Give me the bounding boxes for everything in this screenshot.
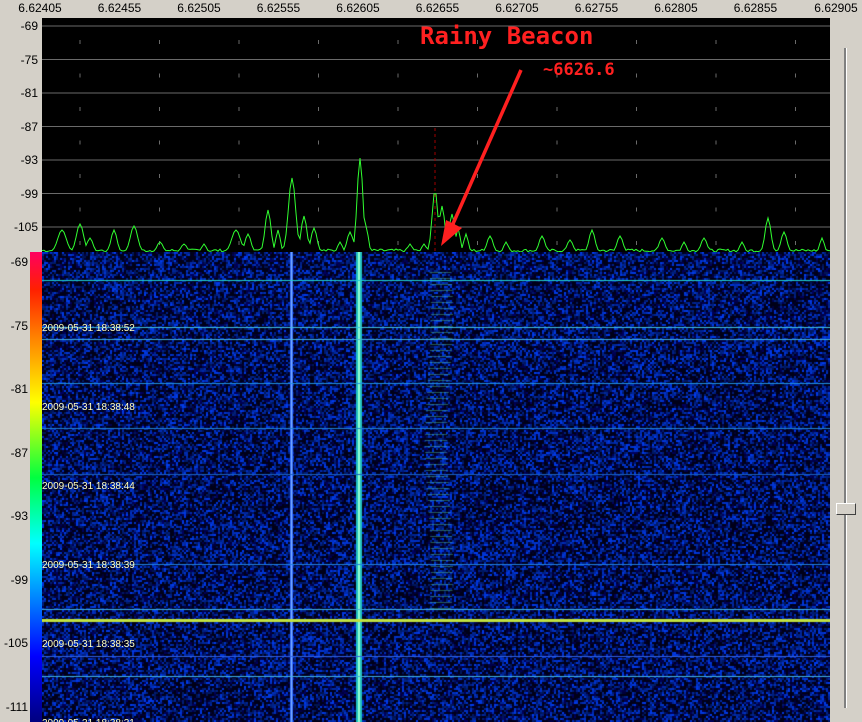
waterfall-db-label: -87: [10, 445, 28, 460]
waterfall-display[interactable]: 2009-05-31 18:38:52 2009-05-31 18:38:48 20…: [42, 252, 830, 722]
freq-tick-label: 6.62655: [415, 1, 460, 15]
freq-tick-label: 6.62905: [814, 1, 858, 15]
waterfall-db-label: -105: [3, 636, 28, 650]
freq-tick-label: 6.62555: [256, 1, 301, 15]
level-slider[interactable]: [830, 18, 862, 722]
spectrum-db-label: -93: [20, 153, 38, 167]
waterfall-db-label: -69: [10, 255, 28, 269]
waterfall-db-label: -111: [5, 699, 28, 714]
waterfall-timestamp: 2009-05-31 18:38:31: [42, 718, 135, 722]
spectrum-trace: [41, 157, 831, 253]
waterfall-timestamp: 2009-05-31 18:38:52: [42, 323, 135, 334]
waterfall-timestamp: 2009-05-31 18:38:35: [42, 639, 135, 650]
freq-tick-label: 6.62455: [97, 1, 142, 15]
freq-tick-label: 6.62805: [654, 1, 698, 15]
slider-track: [844, 48, 847, 708]
waterfall-db-label: -93: [10, 509, 28, 523]
spectrum-plot[interactable]: [41, 18, 831, 253]
annotation-title: Rainy Beacon: [420, 22, 594, 50]
waterfall-db-label: -99: [10, 572, 28, 587]
annotation-frequency: ~6626.6: [543, 60, 615, 80]
waterfall-db-label: -81: [10, 382, 28, 396]
slider-thumb-icon[interactable]: [836, 503, 856, 515]
spectrum-db-label: -99: [20, 186, 38, 201]
spectrum-db-label: -105: [13, 220, 38, 234]
spectrum-db-label: -75: [20, 52, 38, 67]
waterfall-timestamp: 2009-05-31 18:38:44: [42, 481, 135, 492]
freq-tick-label: 6.62505: [177, 1, 221, 15]
freq-tick-label: 6.62855: [733, 1, 778, 15]
waterfall-timestamp: 2009-05-31 18:38:48: [42, 402, 135, 413]
spectrum-db-label: -81: [20, 86, 38, 100]
waterfall-db-label: -75: [10, 318, 28, 333]
spectrum-svg: [41, 25, 831, 253]
spectrum-db-axis: -69 -75 -81 -87 -93 -99 -105: [0, 18, 42, 252]
waterfall-timestamp: 2009-05-31 18:38:39: [42, 560, 135, 571]
spectrum-db-label: -87: [20, 119, 38, 134]
freq-tick-label: 6.62755: [574, 1, 619, 15]
freq-tick-label: 6.62405: [18, 1, 62, 15]
frequency-axis: 6.62405 6.62455 6.62505 6.62555 6.62605 6.626…: [0, 0, 862, 18]
waterfall-canvas: [42, 252, 830, 722]
color-scale-bar: [30, 252, 42, 722]
freq-tick-label: 6.62705: [495, 1, 539, 15]
freq-tick-label: 6.62605: [336, 1, 380, 15]
spectrum-db-label: -69: [20, 19, 38, 33]
